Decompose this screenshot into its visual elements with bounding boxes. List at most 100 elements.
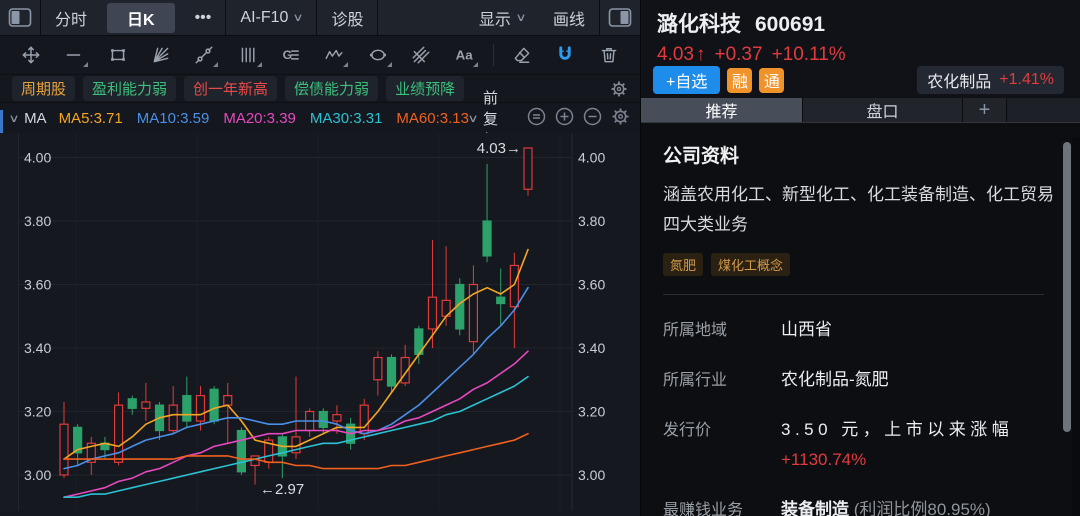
y-axis-label-left: 3.20	[24, 404, 51, 420]
tab-ai-f10[interactable]: AI-F10∨	[226, 0, 316, 36]
ma-value-ma30[interactable]: MA30:3.31	[310, 110, 383, 127]
company-description: 涵盖农用化工、新型化工、化工装备制造、化工贸易四大类业务	[663, 180, 1055, 240]
field-value: 山西省	[781, 315, 832, 340]
indicator-settings-gear-icon[interactable]	[611, 107, 630, 130]
gann-fan-tool-icon	[151, 45, 171, 65]
segment-tool-icon	[194, 45, 214, 65]
y-axis-label-left: 3.40	[24, 340, 51, 356]
tool-magnet[interactable]	[550, 40, 580, 70]
ma-group-toggle[interactable]: ∨ MA	[10, 110, 47, 127]
stock-tag[interactable]: 创一年新高	[184, 76, 277, 101]
connect-badge[interactable]: 通	[759, 68, 784, 93]
more-periods-button[interactable]: •••	[181, 0, 226, 36]
drawing-toolbar: G Aa	[0, 36, 640, 75]
tool-gann-grid-tool[interactable]: G	[276, 40, 306, 70]
tool-vertical-lines-tool[interactable]	[233, 40, 263, 70]
field-value: 3.50 元，上市以来涨幅+1130.74%	[781, 415, 1053, 470]
drawline-button[interactable]: 画线	[539, 0, 599, 36]
add-tab-button[interactable]: +	[963, 98, 1007, 122]
zoom-out-icon[interactable]	[583, 107, 602, 130]
price-up-arrow-icon: ↑	[696, 44, 706, 66]
svg-text:Aa: Aa	[456, 47, 474, 62]
ma-value-ma5[interactable]: MA5:3.71	[59, 110, 123, 127]
stock-tag[interactable]: 盈利能力弱	[83, 76, 176, 101]
company-info-panel: 公司资料 涵盖农用化工、新型化工、化工装备制造、化工贸易四大类业务 氮肥煤化工概…	[641, 122, 1080, 516]
chevron-down-icon: ∨	[293, 11, 304, 24]
candlestick-chart[interactable]: 3.003.003.203.203.403.403.603.603.803.80…	[0, 133, 640, 511]
section-divider	[663, 294, 1044, 295]
stock-tag[interactable]: 偿债能力弱	[285, 76, 378, 101]
tool-segment-tool[interactable]	[189, 40, 219, 70]
scrollbar-track-edge	[1072, 137, 1080, 516]
display-menu-button[interactable]: 显示∨	[465, 0, 539, 36]
move-tool-icon	[21, 45, 41, 65]
company-info-title: 公司资料	[663, 141, 1058, 168]
svg-text:G: G	[283, 48, 293, 62]
concept-tag[interactable]: 氮肥	[663, 253, 703, 276]
toggle-right-panel-icon[interactable]	[608, 7, 632, 28]
trading-app: 分时 日K ••• AI-F10∨ 诊股 显示∨ 画线 G Aa 周期股盈利能力弱…	[0, 0, 1080, 516]
tool-pitchfork-tool[interactable]	[406, 40, 436, 70]
stock-code: 600691	[755, 13, 825, 37]
tool-eraser[interactable]	[507, 40, 537, 70]
concept-tags: 氮肥煤化工概念	[663, 253, 1058, 276]
tabs-filler	[1007, 98, 1080, 122]
tool-gann-fan-tool[interactable]	[146, 40, 176, 70]
stock-price: 4.03	[657, 44, 694, 66]
stock-tag[interactable]: 周期股	[12, 76, 75, 101]
vertical-lines-tool-icon	[238, 45, 258, 65]
field-value: 装备制造 (利润比例80.95%)	[781, 495, 991, 516]
panel-tabs: 推荐 盘口 +	[641, 98, 1080, 122]
tool-rectangle-tool[interactable]	[103, 40, 133, 70]
ma-value-ma10[interactable]: MA10:3.59	[137, 110, 210, 127]
scrollbar-thumb[interactable]	[1063, 142, 1071, 432]
info-panel: 潞化科技 600691 4.03 ↑ +0.37 +10.11% +自选 融 通…	[640, 0, 1080, 516]
sector-badge[interactable]: 农化制品 +1.41%	[917, 66, 1064, 94]
chevron-down-icon: ∨	[8, 112, 19, 125]
top-toolbar: 分时 日K ••• AI-F10∨ 诊股 显示∨ 画线	[0, 0, 640, 36]
stock-header: 潞化科技 600691 4.03 ↑ +0.37 +10.11%	[641, 0, 1080, 66]
tool-ellipse-tool[interactable]	[363, 40, 393, 70]
tool-text-tool[interactable]: Aa	[449, 40, 479, 70]
tab-recommend[interactable]: 推荐	[641, 98, 803, 122]
field-label: 最赚钱业务	[663, 495, 781, 516]
zoom-in-icon[interactable]	[555, 107, 574, 130]
field-row: 所属地域山西省	[663, 315, 1058, 340]
text-tool-icon: Aa	[454, 45, 474, 65]
tool-move-tool[interactable]	[16, 40, 46, 70]
ma-indicator-bar: ∨ MA MA5:3.71 MA10:3.59 MA20:3.39 MA30:3.31…	[0, 103, 640, 133]
company-fields: 所属地域山西省所属行业农化制品-氮肥发行价3.50 元，上市以来涨幅+1130.…	[663, 315, 1058, 516]
magnet-icon	[555, 45, 575, 65]
y-axis-label-right: 4.00	[578, 150, 605, 166]
tab-diagnose[interactable]: 诊股	[317, 0, 377, 36]
zoom-fit-icon[interactable]	[527, 107, 546, 130]
low-annotation: ←2.97	[260, 481, 304, 498]
candles	[60, 148, 532, 485]
tab-daily-k[interactable]: 日K	[107, 3, 175, 33]
margin-badge[interactable]: 融	[727, 68, 752, 93]
tool-trash[interactable]	[594, 40, 624, 70]
field-label: 发行价	[663, 415, 781, 470]
y-axis-label-left: 3.00	[24, 467, 51, 483]
toggle-left-panel-icon[interactable]	[8, 7, 32, 28]
tool-wave-tool[interactable]	[319, 40, 349, 70]
y-axis-label-right: 3.60	[578, 277, 605, 293]
chart-area: 3.003.003.203.203.403.403.603.603.803.80…	[0, 133, 640, 516]
trash-icon	[599, 45, 619, 65]
field-value: 农化制品-氮肥	[781, 365, 889, 390]
add-watchlist-button[interactable]: +自选	[653, 66, 720, 94]
tab-quote[interactable]: 盘口	[803, 98, 963, 122]
tool-trendline-tool[interactable]	[59, 40, 89, 70]
field-label: 所属行业	[663, 365, 781, 390]
y-axis-label-right: 3.40	[578, 340, 605, 356]
ma-value-ma60[interactable]: MA60:3.13	[396, 110, 469, 127]
stock-tag[interactable]: 业绩预降	[386, 76, 464, 101]
concept-tag[interactable]: 煤化工概念	[711, 253, 790, 276]
y-axis-label-left: 3.80	[24, 213, 51, 229]
pitchfork-tool-icon	[411, 45, 431, 65]
ma-value-ma20[interactable]: MA20:3.39	[223, 110, 296, 127]
eraser-icon	[512, 45, 532, 65]
tab-minute[interactable]: 分时	[41, 0, 101, 36]
chart-column: 分时 日K ••• AI-F10∨ 诊股 显示∨ 画线 G Aa 周期股盈利能力弱…	[0, 0, 640, 516]
y-axis-label-right: 3.80	[578, 213, 605, 229]
